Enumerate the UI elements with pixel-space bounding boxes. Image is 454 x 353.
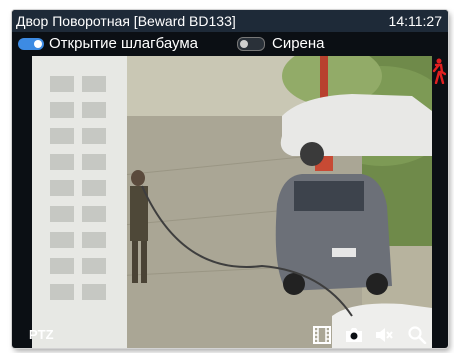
camera-title-bar: Двор Поворотная [Beward BD133] 14:11:27	[12, 10, 448, 32]
film-icon[interactable]	[312, 326, 332, 344]
camera-video-feed[interactable]	[32, 56, 432, 348]
ptz-button[interactable]: PTZ	[29, 327, 54, 342]
camera-controls: Открытие шлагбаума Сирена	[12, 32, 448, 56]
camera-panel: Двор Поворотная [Beward BD133] 14:11:27 …	[12, 10, 448, 348]
barrier-toggle-label[interactable]: Открытие шлагбаума	[49, 32, 198, 56]
toggle-knob	[34, 40, 42, 48]
camera-icon[interactable]	[344, 326, 364, 344]
camera-clock: 14:11:27	[388, 13, 442, 29]
toggle-knob	[240, 40, 248, 48]
camera-title: Двор Поворотная [Beward BD133]	[16, 13, 236, 29]
video-toolbar: PTZ	[12, 322, 448, 348]
mute-icon[interactable]	[374, 326, 394, 344]
search-icon[interactable]	[407, 326, 427, 344]
siren-toggle[interactable]	[237, 37, 265, 51]
siren-toggle-label[interactable]: Сирена	[272, 32, 325, 56]
motion-person-icon	[432, 58, 446, 84]
video-frame	[32, 56, 432, 348]
barrier-toggle[interactable]	[18, 38, 44, 50]
